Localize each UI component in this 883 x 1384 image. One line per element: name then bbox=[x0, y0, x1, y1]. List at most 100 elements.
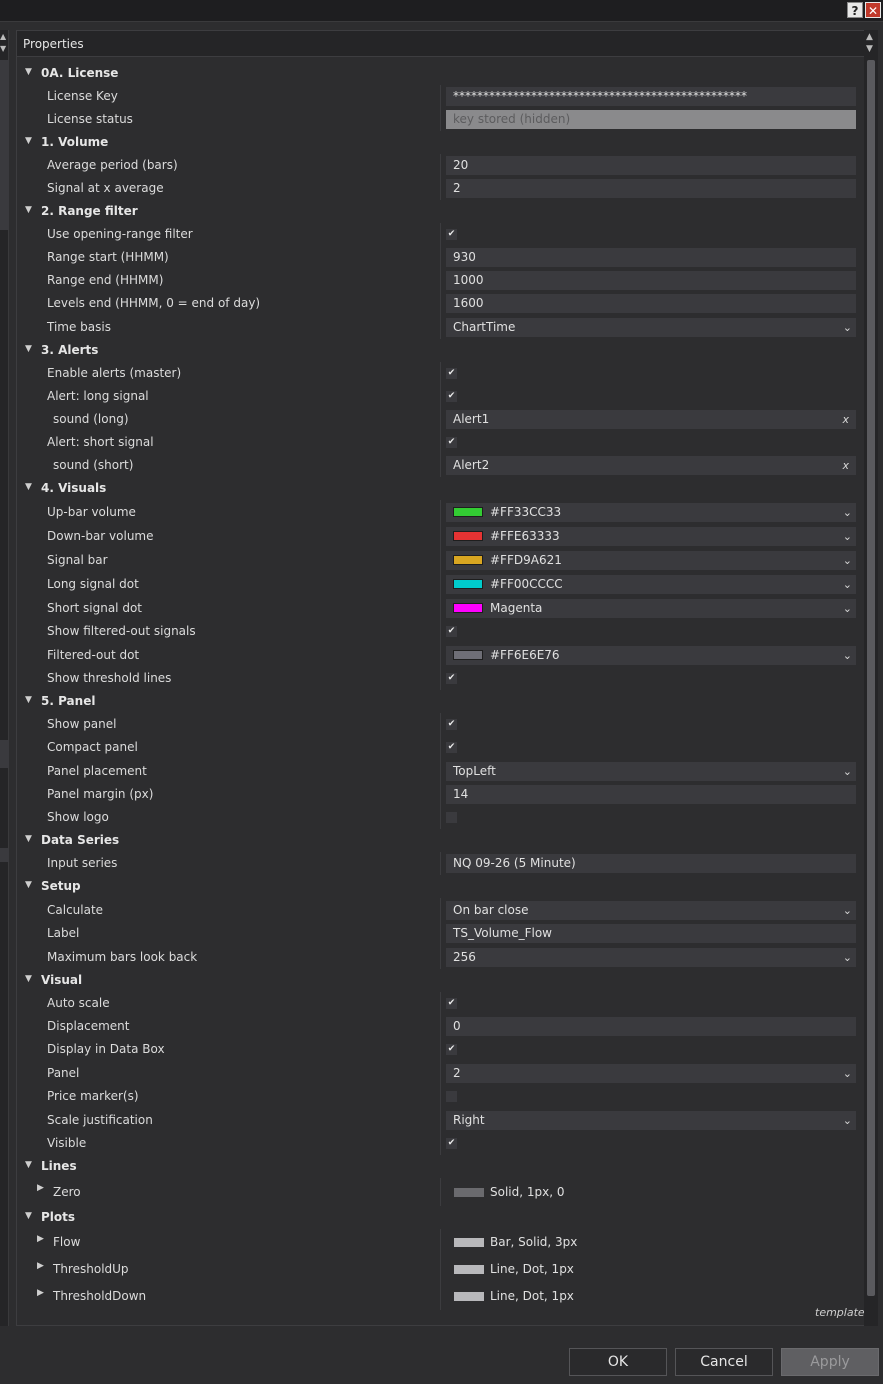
chevron-down-icon[interactable]: ⌄ bbox=[843, 551, 852, 570]
property-row[interactable]: ▶ Flow Bar, Solid, 3px bbox=[17, 1229, 865, 1256]
property-row[interactable]: License status key stored (hidden) bbox=[17, 108, 865, 131]
scroll-down-icon[interactable]: ▼ bbox=[0, 44, 6, 53]
property-row[interactable]: Auto scale ✔ bbox=[17, 992, 865, 1015]
template-link[interactable]: template bbox=[815, 1306, 865, 1319]
text-field[interactable]: 1600 bbox=[446, 294, 856, 313]
text-field[interactable]: 2 bbox=[446, 179, 856, 198]
apply-button[interactable]: Apply bbox=[781, 1348, 879, 1376]
cancel-button[interactable]: Cancel bbox=[675, 1348, 773, 1376]
property-row[interactable]: Price marker(s) bbox=[17, 1085, 865, 1108]
dropdown-field[interactable]: Right ⌄ bbox=[446, 1111, 856, 1130]
property-row[interactable]: License Key *****************************… bbox=[17, 85, 865, 108]
property-row[interactable]: Alert: short signal ✔ bbox=[17, 431, 865, 454]
property-row[interactable]: Panel 2 ⌄ bbox=[17, 1061, 865, 1085]
chevron-down-icon[interactable]: ⌄ bbox=[843, 599, 852, 618]
left-panel-tab[interactable] bbox=[0, 740, 9, 768]
left-panel-tab[interactable] bbox=[0, 848, 9, 862]
checkbox-unchecked[interactable] bbox=[446, 1091, 457, 1102]
category-row[interactable]: ▼ 2. Range filter bbox=[17, 200, 865, 223]
collapse-triangle-icon[interactable]: ▼ bbox=[25, 880, 32, 890]
property-row[interactable]: Show threshold lines ✔ bbox=[17, 667, 865, 690]
color-dropdown[interactable]: #FF00CCCC ⌄ bbox=[446, 575, 856, 594]
property-row[interactable]: Time basis ChartTime ⌄ bbox=[17, 315, 865, 339]
dropdown-field[interactable]: On bar close ⌄ bbox=[446, 901, 856, 920]
dropdown-field[interactable]: 256 ⌄ bbox=[446, 948, 856, 967]
property-row[interactable]: sound (short) Alert2 x bbox=[17, 454, 865, 477]
checkbox-checked[interactable]: ✔ bbox=[446, 998, 457, 1009]
expand-triangle-icon[interactable]: ▶ bbox=[37, 1261, 44, 1271]
property-row[interactable]: Display in Data Box ✔ bbox=[17, 1038, 865, 1061]
collapse-triangle-icon[interactable]: ▼ bbox=[25, 344, 32, 354]
ok-button[interactable]: OK bbox=[569, 1348, 667, 1376]
property-row[interactable]: Show filtered-out signals ✔ bbox=[17, 620, 865, 643]
category-row[interactable]: ▼ 3. Alerts bbox=[17, 339, 865, 362]
property-row[interactable]: Filtered-out dot #FF6E6E76 ⌄ bbox=[17, 643, 865, 667]
category-row[interactable]: ▼ 0A. License bbox=[17, 62, 865, 85]
property-row[interactable]: ▶ ThresholdUp Line, Dot, 1px bbox=[17, 1256, 865, 1283]
expand-triangle-icon[interactable]: ▶ bbox=[37, 1183, 44, 1193]
chevron-down-icon[interactable]: ⌄ bbox=[843, 503, 852, 522]
dropdown-field[interactable]: ChartTime ⌄ bbox=[446, 318, 856, 337]
checkbox-checked[interactable]: ✔ bbox=[446, 742, 457, 753]
chevron-down-icon[interactable]: ⌄ bbox=[843, 646, 852, 665]
property-row[interactable]: Up-bar volume #FF33CC33 ⌄ bbox=[17, 500, 865, 524]
text-field[interactable]: ****************************************… bbox=[446, 87, 856, 106]
dropdown-field[interactable]: TopLeft ⌄ bbox=[446, 762, 856, 781]
help-icon[interactable]: ? bbox=[847, 2, 863, 18]
category-row[interactable]: ▼ 4. Visuals bbox=[17, 477, 865, 500]
collapse-triangle-icon[interactable]: ▼ bbox=[25, 834, 32, 844]
collapse-triangle-icon[interactable]: ▼ bbox=[25, 482, 32, 492]
category-row[interactable]: ▼ Setup bbox=[17, 875, 865, 898]
scroll-up-icon[interactable]: ▲ bbox=[0, 32, 6, 41]
left-panel-scrollbar[interactable] bbox=[0, 60, 9, 230]
text-field[interactable]: TS_Volume_Flow bbox=[446, 924, 856, 943]
property-row[interactable]: Show logo bbox=[17, 806, 865, 829]
checkbox-checked[interactable]: ✔ bbox=[446, 437, 457, 448]
property-row[interactable]: Down-bar volume #FFE63333 ⌄ bbox=[17, 524, 865, 548]
collapse-triangle-icon[interactable]: ▼ bbox=[25, 205, 32, 215]
checkbox-checked[interactable]: ✔ bbox=[446, 368, 457, 379]
category-row[interactable]: ▼ Data Series bbox=[17, 829, 865, 852]
checkbox-checked[interactable]: ✔ bbox=[446, 229, 457, 240]
property-row[interactable]: Signal bar #FFD9A621 ⌄ bbox=[17, 548, 865, 572]
text-field[interactable]: 930 bbox=[446, 248, 856, 267]
color-dropdown[interactable]: #FFD9A621 ⌄ bbox=[446, 551, 856, 570]
checkbox-unchecked[interactable] bbox=[446, 812, 457, 823]
property-row[interactable]: Average period (bars) 20 bbox=[17, 154, 865, 177]
chevron-down-icon[interactable]: ⌄ bbox=[843, 762, 852, 781]
property-row[interactable]: ▶ Zero Solid, 1px, 0 bbox=[17, 1178, 865, 1206]
property-row[interactable]: Displacement 0 bbox=[17, 1015, 865, 1038]
vertical-scrollbar[interactable]: ▲ ▼ bbox=[864, 30, 878, 1326]
dropdown-field[interactable]: 2 ⌄ bbox=[446, 1064, 856, 1083]
property-row[interactable]: Show panel ✔ bbox=[17, 713, 865, 736]
chevron-down-icon[interactable]: ⌄ bbox=[843, 1111, 852, 1130]
property-row[interactable]: Panel margin (px) 14 bbox=[17, 783, 865, 806]
property-row[interactable]: Scale justification Right ⌄ bbox=[17, 1108, 865, 1132]
text-field[interactable]: 14 bbox=[446, 785, 856, 804]
color-dropdown[interactable]: #FF6E6E76 ⌄ bbox=[446, 646, 856, 665]
property-row[interactable]: Range start (HHMM) 930 bbox=[17, 246, 865, 269]
text-field[interactable]: 20 bbox=[446, 156, 856, 175]
checkbox-checked[interactable]: ✔ bbox=[446, 1044, 457, 1055]
clear-icon[interactable]: x bbox=[842, 456, 849, 475]
expand-triangle-icon[interactable]: ▶ bbox=[37, 1234, 44, 1244]
property-row[interactable]: Long signal dot #FF00CCCC ⌄ bbox=[17, 572, 865, 596]
close-icon[interactable]: ✕ bbox=[865, 2, 881, 18]
collapse-triangle-icon[interactable]: ▼ bbox=[25, 1211, 32, 1221]
property-row[interactable]: Panel placement TopLeft ⌄ bbox=[17, 759, 865, 783]
color-dropdown[interactable]: Magenta ⌄ bbox=[446, 599, 856, 618]
text-field[interactable]: 1000 bbox=[446, 271, 856, 290]
property-row[interactable]: Label TS_Volume_Flow bbox=[17, 922, 865, 945]
category-row[interactable]: ▼ 5. Panel bbox=[17, 690, 865, 713]
property-row[interactable]: Maximum bars look back 256 ⌄ bbox=[17, 945, 865, 969]
collapse-triangle-icon[interactable]: ▼ bbox=[25, 67, 32, 77]
property-row[interactable]: ▶ ThresholdDown Line, Dot, 1px bbox=[17, 1283, 865, 1310]
category-row[interactable]: ▼ Visual bbox=[17, 969, 865, 992]
chevron-down-icon[interactable]: ⌄ bbox=[843, 1064, 852, 1083]
scroll-down-icon[interactable]: ▼ bbox=[866, 44, 873, 54]
collapse-triangle-icon[interactable]: ▼ bbox=[25, 136, 32, 146]
clear-icon[interactable]: x bbox=[842, 410, 849, 429]
stroke-value[interactable]: Line, Dot, 1px bbox=[454, 1262, 574, 1276]
property-row[interactable]: sound (long) Alert1 x bbox=[17, 408, 865, 431]
collapse-triangle-icon[interactable]: ▼ bbox=[25, 1160, 32, 1170]
